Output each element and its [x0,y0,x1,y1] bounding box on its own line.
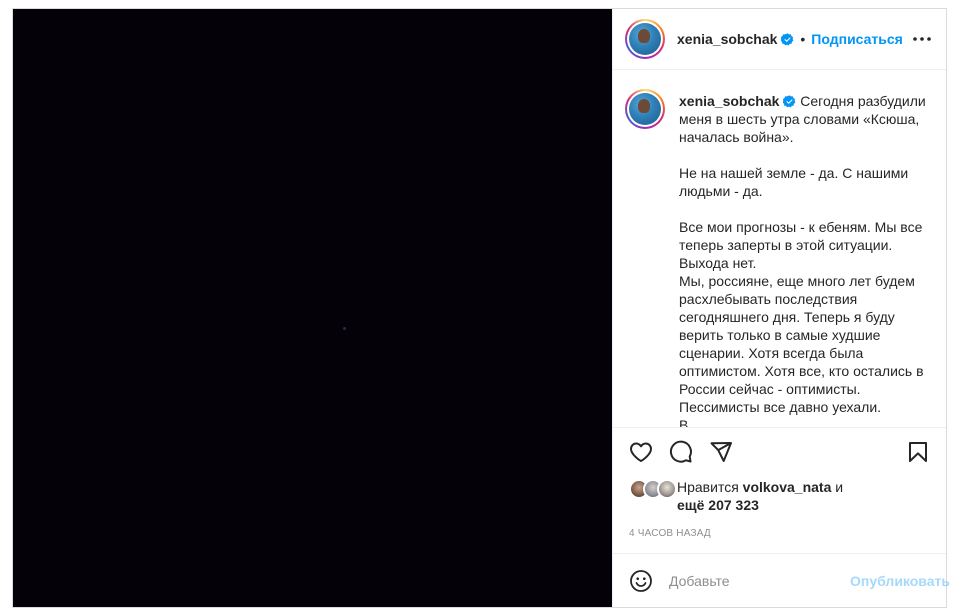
likes-count: 207 323 [708,497,759,513]
caption-avatar[interactable] [625,89,665,129]
heart-icon[interactable] [629,440,653,464]
likes-count-link[interactable]: ещё 207 323 [677,497,759,513]
profile-photo [629,93,661,125]
emoji-icon[interactable] [629,569,653,593]
comment-form: Опубликовать [613,553,950,607]
action-bar [629,432,930,472]
author-username[interactable]: xenia_sobchak [677,31,777,47]
post-sidebar: xenia_sobchak • Подписаться xenia_sobcha… [612,9,950,607]
liker-avatars[interactable] [629,479,677,499]
comment-icon[interactable] [669,440,693,464]
author-avatar[interactable] [625,19,665,59]
post-actions: Нравится volkova_nata и ещё 207 323 4 ча… [613,427,946,553]
avatar [657,479,677,499]
verified-badge-icon [783,95,796,108]
caption-paragraph: Все мои прогнозы - к ебеням. Мы все тепе… [679,219,923,271]
caption-paragraph: В [679,417,689,427]
likes-conjunction: и [835,479,844,495]
caption-text: xenia_sobchak Сегодня разбудили меня в ш… [679,92,934,427]
caption-username[interactable]: xenia_sobchak [679,93,779,109]
verified-badge-icon [781,32,794,45]
media-content [343,327,346,330]
caption-section: xenia_sobchak Сегодня разбудили меня в ш… [613,70,946,427]
post-header: xenia_sobchak • Подписаться [613,9,946,70]
profile-photo [629,23,661,55]
liker-username[interactable]: volkova_nata [743,479,832,495]
post-media[interactable] [13,9,612,607]
comment-input[interactable] [669,572,850,589]
more-horizontal-icon[interactable] [910,27,934,51]
likes-prefix: Нравится [677,479,739,495]
likes-text: Нравится volkova_nata и ещё 207 323 [677,478,843,514]
follow-button[interactable]: Подписаться [811,31,903,47]
instagram-post: xenia_sobchak • Подписаться xenia_sobcha… [12,8,950,608]
share-icon[interactable] [709,440,733,464]
likes-more-prefix: ещё [677,497,705,513]
caption-paragraph: Не на нашей земле - да. С нашими людьми … [679,165,909,199]
post-timestamp[interactable]: 4 часов назад [629,528,930,553]
bookmark-icon[interactable] [906,440,930,464]
publish-button[interactable]: Опубликовать [850,573,950,589]
likes-summary: Нравится volkova_nata и ещё 207 323 [629,478,930,514]
header-separator: • [800,31,806,47]
caption-paragraph: Мы, россияне, еще много лет будем расхле… [679,273,924,415]
